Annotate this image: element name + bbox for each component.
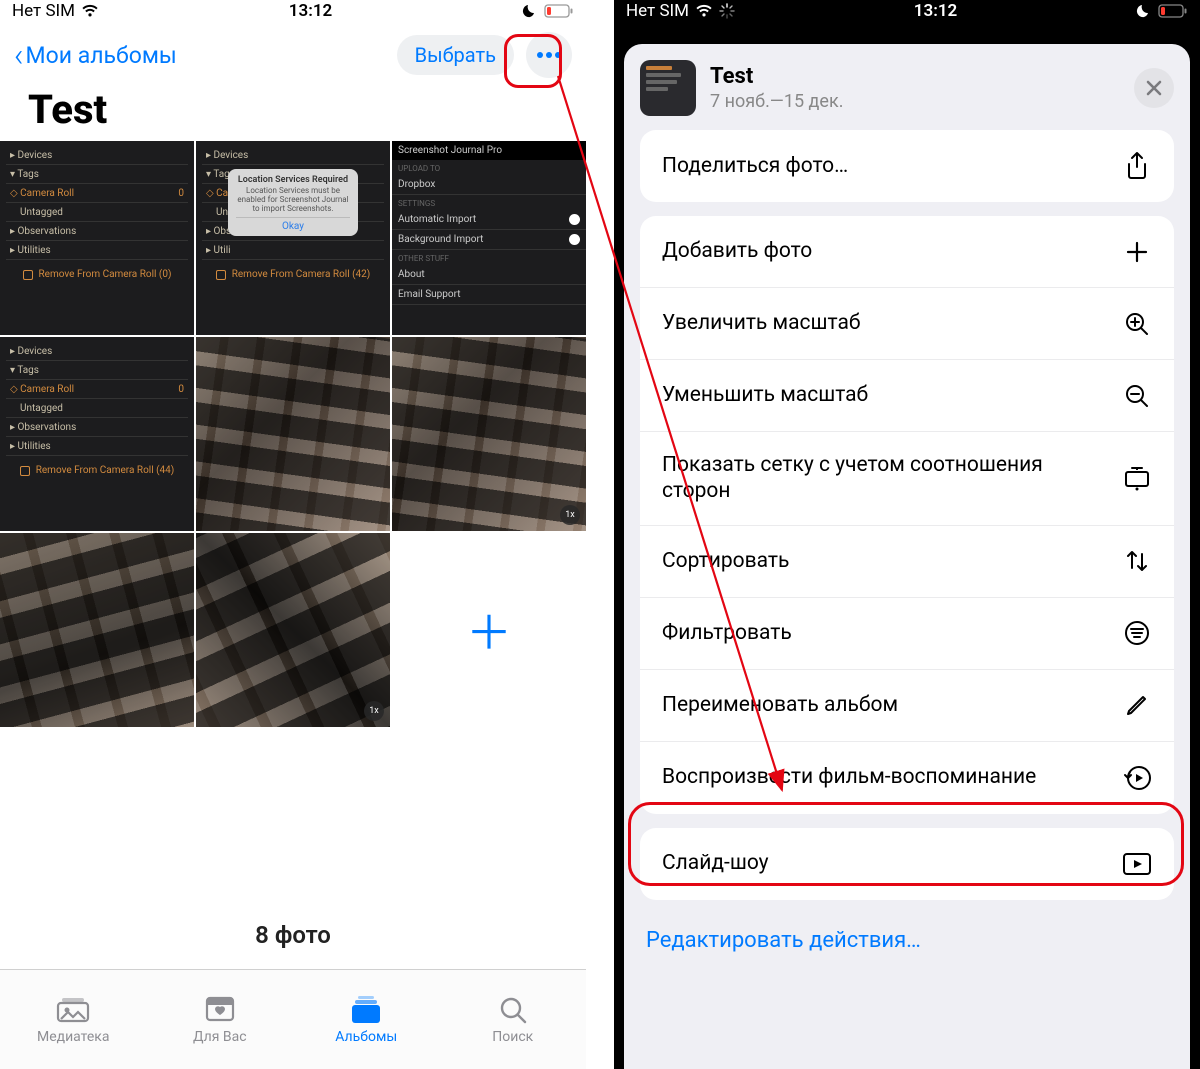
battery-icon bbox=[544, 4, 574, 18]
sheet-thumbnail bbox=[640, 60, 696, 116]
spinner-icon bbox=[719, 3, 735, 19]
menu-add-photos[interactable]: Добавить фото bbox=[640, 216, 1174, 288]
live-badge: 1x bbox=[560, 505, 580, 525]
photo-thumb[interactable]: Screenshot Journal Pro Upload To Dropbox… bbox=[392, 141, 586, 335]
menu-filter[interactable]: Фильтровать bbox=[640, 598, 1174, 670]
aspect-grid-icon bbox=[1122, 463, 1152, 493]
moon-icon bbox=[1136, 3, 1152, 19]
wifi-icon bbox=[81, 4, 99, 18]
plus-icon bbox=[1122, 237, 1152, 267]
edit-actions-link[interactable]: Редактировать действия… bbox=[640, 914, 1174, 963]
menu-aspect-grid[interactable]: Показать сетку с учетом соотношения стор… bbox=[640, 432, 1174, 526]
nav-bar: ‹ Мои альбомы Выбрать bbox=[0, 22, 586, 84]
album-title: Test bbox=[28, 86, 566, 133]
carrier-label: Нет SIM bbox=[12, 1, 75, 21]
slideshow-icon bbox=[1122, 849, 1152, 879]
back-button[interactable]: ‹ Мои альбомы bbox=[14, 39, 177, 71]
menu-rename[interactable]: Переименовать альбом bbox=[640, 670, 1174, 742]
back-label: Мои альбомы bbox=[26, 42, 177, 69]
status-bar: Нет SIM 13:12 bbox=[614, 0, 1200, 22]
screen-album-view: Нет SIM 13:12 ‹ Мои альбомы Вы bbox=[0, 0, 586, 1069]
photo-thumb[interactable]: 1x bbox=[392, 337, 586, 531]
live-badge: 1x bbox=[364, 701, 384, 721]
menu-group-share: Поделиться фото… bbox=[640, 130, 1174, 202]
zoom-in-icon bbox=[1122, 309, 1152, 339]
context-sheet: Test 7 нояб.—15 дек. Поделиться фото… bbox=[624, 44, 1190, 1069]
tab-albums[interactable]: Альбомы bbox=[293, 970, 440, 1069]
albums-icon bbox=[348, 995, 384, 1025]
menu-slideshow[interactable]: Слайд-шоу bbox=[640, 828, 1174, 900]
sheet-title: Test bbox=[710, 64, 843, 89]
screen-context-menu: Нет SIM 13:12 bbox=[614, 0, 1200, 1069]
select-button[interactable]: Выбрать bbox=[397, 35, 514, 75]
share-icon bbox=[1122, 151, 1152, 181]
library-icon bbox=[55, 995, 91, 1025]
menu-zoom-out[interactable]: Уменьшить масштаб bbox=[640, 360, 1174, 432]
wifi-icon bbox=[695, 4, 713, 18]
photo-thumb[interactable]: 1x bbox=[196, 533, 390, 727]
sheet-subtitle: 7 нояб.—15 дек. bbox=[710, 91, 843, 112]
close-button[interactable] bbox=[1134, 68, 1174, 108]
close-icon bbox=[1145, 79, 1163, 97]
moon-icon bbox=[522, 3, 538, 19]
tab-bar: Медиатека Для Вас Альбомы Поиск bbox=[0, 969, 586, 1069]
more-button[interactable] bbox=[526, 32, 572, 78]
tab-library[interactable]: Медиатека bbox=[0, 970, 147, 1069]
search-icon bbox=[495, 995, 531, 1025]
tab-for-you[interactable]: Для Вас bbox=[147, 970, 294, 1069]
photo-thumb[interactable]: ▸ Devices ▾ Tags ◇ Camera Roll0 Untagged… bbox=[0, 337, 194, 531]
photo-thumb[interactable] bbox=[196, 337, 390, 531]
menu-group-main: Добавить фото Увеличить масштаб Уменьшит… bbox=[640, 216, 1174, 814]
photo-thumb[interactable] bbox=[0, 533, 194, 727]
zoom-out-icon bbox=[1122, 381, 1152, 411]
battery-icon bbox=[1158, 4, 1188, 18]
menu-group-slideshow: Слайд-шоу bbox=[640, 828, 1174, 900]
title-row: Test bbox=[0, 84, 586, 141]
photo-grid: ▸ Devices ▾ Tags ◇ Camera Roll0 Untagged… bbox=[0, 141, 586, 727]
add-photo-tile[interactable]: ＋ bbox=[392, 533, 586, 727]
for-you-icon bbox=[202, 995, 238, 1025]
tab-search[interactable]: Поиск bbox=[440, 970, 587, 1069]
status-time: 13:12 bbox=[914, 1, 957, 21]
status-bar: Нет SIM 13:12 bbox=[0, 0, 586, 22]
pencil-icon bbox=[1122, 690, 1152, 720]
photo-count: 8 фото bbox=[0, 921, 586, 949]
menu-zoom-in[interactable]: Увеличить масштаб bbox=[640, 288, 1174, 360]
photo-thumb[interactable]: ▸ Devices ▾ Tags ◇ Camera Roll0 Untagged… bbox=[0, 141, 194, 335]
menu-play-memory[interactable]: Воспроизвести фильм-воспоминание bbox=[640, 742, 1174, 814]
photo-thumb[interactable]: ▸ Devices ▾ Tags ◇ Ca Unt ▸ Obs ▸ Utili … bbox=[196, 141, 390, 335]
chevron-left-icon: ‹ bbox=[14, 39, 24, 71]
status-time: 13:12 bbox=[289, 1, 332, 21]
ellipsis-icon bbox=[537, 52, 561, 58]
memory-play-icon bbox=[1122, 763, 1152, 793]
menu-sort[interactable]: Сортировать bbox=[640, 526, 1174, 598]
sort-icon bbox=[1122, 546, 1152, 576]
filter-icon bbox=[1122, 618, 1152, 648]
carrier-label: Нет SIM bbox=[626, 1, 689, 21]
plus-icon: ＋ bbox=[466, 597, 512, 663]
sheet-header: Test 7 нояб.—15 дек. bbox=[640, 60, 1174, 116]
menu-share-photos[interactable]: Поделиться фото… bbox=[640, 130, 1174, 202]
